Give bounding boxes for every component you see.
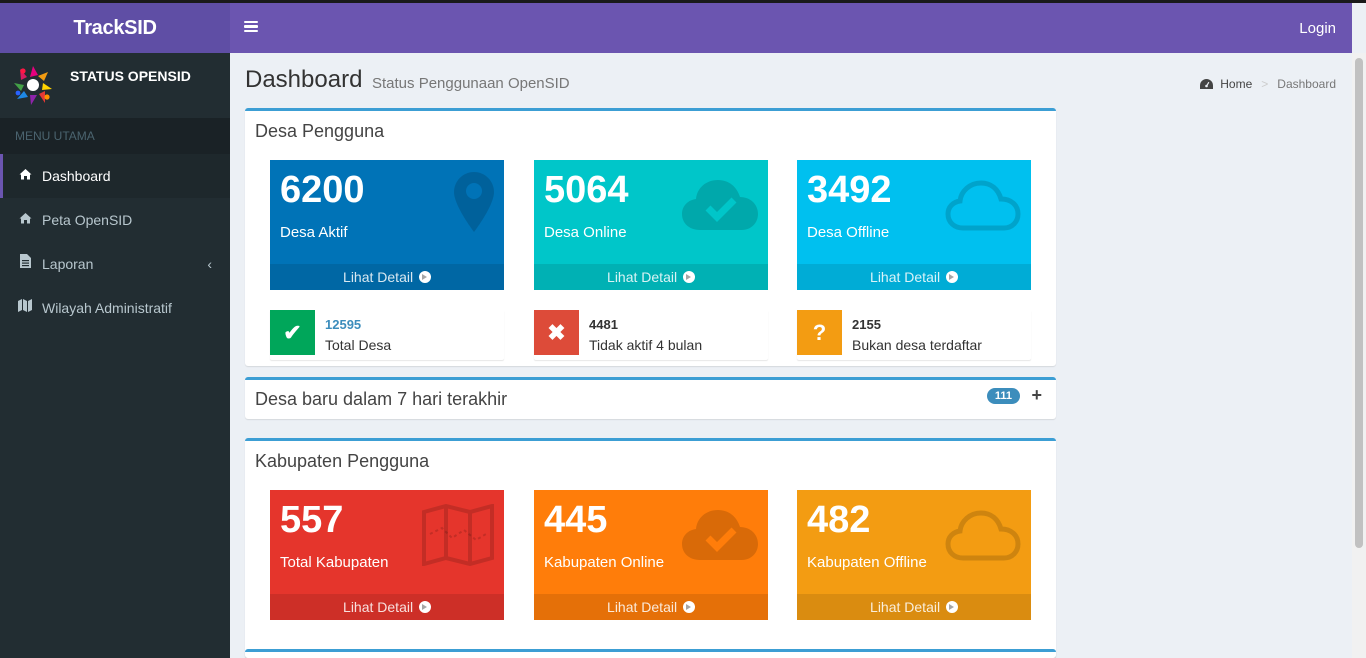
info-bukan-desa: ? 2155 Bukan desa terdaftar [797, 310, 1031, 360]
desa-pengguna-box: Desa Pengguna 6200 Desa Aktif Lihat Deta… [245, 108, 1056, 366]
sidebar: STATUS OPENSID MENU UTAMA Dashboard Peta… [0, 53, 230, 658]
cloud-check-icon [682, 180, 758, 230]
map-icon [18, 286, 32, 330]
stat-value: 482 [807, 499, 871, 541]
box-title: Desa Pengguna [255, 121, 385, 141]
question-icon: ? [797, 310, 842, 355]
stat-value: 445 [544, 499, 608, 541]
scrollbar-thumb[interactable] [1355, 58, 1363, 548]
opensid-logo [14, 66, 52, 105]
page-subtitle: Status Penggunaan OpenSID [372, 75, 570, 92]
arrow-circle-right-icon [682, 601, 695, 613]
cloud-icon [945, 510, 1021, 561]
stat-label: Kabupaten Offline [807, 554, 927, 571]
stat-desa-aktif: 6200 Desa Aktif Lihat Detail [270, 160, 504, 290]
sidebar-item-peta-opensid[interactable]: Peta OpenSID [0, 198, 230, 242]
lihat-detail-link[interactable]: Lihat Detail [797, 594, 1031, 620]
info-value: 4481 [589, 317, 618, 332]
user-name: STATUS OPENSID [70, 68, 191, 84]
map-icon [422, 504, 494, 566]
map-marker-icon [454, 172, 494, 232]
breadcrumb-separator: > [1261, 77, 1269, 91]
check-icon: ✔ [270, 310, 315, 355]
info-text: Tidak aktif 4 bulan [589, 337, 703, 353]
arrow-circle-right-icon [418, 601, 431, 613]
home-icon [18, 198, 32, 242]
sidebar-toggle-icon[interactable] [244, 19, 258, 35]
sidebar-item-wilayah-administratif[interactable]: Wilayah Administratif [0, 286, 230, 330]
lihat-detail-link[interactable]: Lihat Detail [534, 264, 768, 290]
arrow-circle-right-icon [418, 271, 431, 283]
arrow-circle-right-icon [945, 601, 958, 613]
chevron-left-icon[interactable]: ‹ [207, 242, 212, 286]
dashboard-icon [1200, 79, 1214, 89]
home-icon [18, 154, 32, 198]
breadcrumb: Home > Dashboard [1200, 77, 1336, 91]
next-box-top [245, 649, 1056, 658]
lihat-detail-link[interactable]: Lihat Detail [797, 264, 1031, 290]
stat-label: Total Kabupaten [280, 554, 389, 571]
lihat-detail-link[interactable]: Lihat Detail [270, 264, 504, 290]
stat-value: 557 [280, 499, 344, 541]
box-title: Kabupaten Pengguna [255, 451, 430, 471]
stat-value: 6200 [280, 169, 365, 211]
arrow-circle-right-icon [945, 271, 958, 283]
top-navbar: Login [230, 3, 1352, 53]
app-brand[interactable]: TrackSID [0, 3, 230, 53]
stat-label: Kabupaten Online [544, 554, 665, 571]
kabupaten-pengguna-box: Kabupaten Pengguna 557 Total Kabupaten L… [245, 438, 1056, 658]
arrow-circle-right-icon [682, 271, 695, 283]
breadcrumb-home-link[interactable]: Home [1220, 77, 1252, 91]
sidebar-item-label: Wilayah Administratif [42, 300, 172, 316]
info-value: 2155 [852, 317, 881, 332]
lihat-detail-link[interactable]: Lihat Detail [534, 594, 768, 620]
page-title: Dashboard [245, 66, 363, 93]
info-total-desa: ✔ 12595 Total Desa [270, 310, 504, 360]
info-tidak-aktif: ✖ 4481 Tidak aktif 4 bulan [534, 310, 768, 360]
stat-desa-offline: 3492 Desa Offline Lihat Detail [797, 160, 1031, 290]
times-icon: ✖ [534, 310, 579, 355]
cloud-check-icon [682, 510, 758, 560]
stat-label: Desa Online [544, 224, 627, 241]
expand-plus-icon[interactable]: + [1031, 385, 1042, 406]
stat-label: Desa Offline [807, 224, 890, 241]
info-value[interactable]: 12595 [325, 317, 361, 332]
sidebar-item-laporan[interactable]: Laporan ‹ [0, 242, 230, 286]
box-title: Desa baru dalam 7 hari terakhir [255, 389, 508, 409]
stat-value: 3492 [807, 169, 892, 211]
sidebar-item-label: Peta OpenSID [42, 212, 133, 228]
menu-header: MENU UTAMA [0, 118, 230, 154]
count-badge: 111 [986, 388, 1020, 404]
breadcrumb-current: Dashboard [1277, 77, 1336, 91]
lihat-detail-link[interactable]: Lihat Detail [270, 594, 504, 620]
sidebar-item-dashboard[interactable]: Dashboard [0, 154, 230, 198]
stat-label: Desa Aktif [280, 224, 348, 241]
user-panel: STATUS OPENSID [0, 53, 230, 118]
stat-total-kabupaten: 557 Total Kabupaten Lihat Detail [270, 490, 504, 620]
stat-desa-online: 5064 Desa Online Lihat Detail [534, 160, 768, 290]
sidebar-item-label: Dashboard [42, 168, 111, 184]
cloud-icon [945, 180, 1021, 231]
desa-baru-box: Desa baru dalam 7 hari terakhir 111 + [245, 377, 1056, 419]
stat-value: 5064 [544, 169, 629, 211]
login-link[interactable]: Login [1299, 20, 1336, 37]
stat-kabupaten-online: 445 Kabupaten Online Lihat Detail [534, 490, 768, 620]
file-icon [18, 242, 32, 286]
info-text: Bukan desa terdaftar [852, 337, 982, 353]
info-text: Total Desa [325, 337, 392, 353]
stat-kabupaten-offline: 482 Kabupaten Offline Lihat Detail [797, 490, 1031, 620]
sidebar-item-label: Laporan [42, 256, 94, 272]
